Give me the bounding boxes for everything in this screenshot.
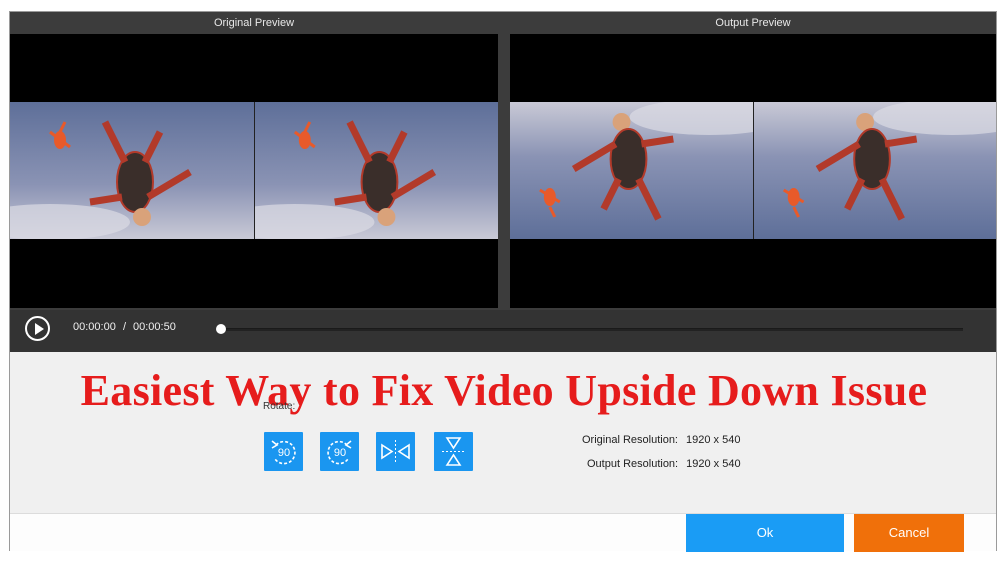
total-time: 00:00:50	[133, 321, 176, 333]
current-time: 00:00:00	[73, 321, 116, 333]
rotate-left-90-button[interactable]: 90	[264, 432, 303, 471]
rotate-right-text: 90	[334, 447, 346, 459]
preview-area: Original Preview Output Preview 00:00:00…	[10, 12, 996, 352]
flip-vertical-icon	[442, 437, 465, 466]
original-video-frame-left	[10, 102, 254, 239]
output-video-frame-right	[753, 102, 996, 239]
output-preview-pane	[510, 34, 996, 308]
output-resolution-label: Output Resolution:	[587, 458, 679, 470]
rotate-right-90-button[interactable]: 90	[320, 432, 359, 471]
player-controls: 00:00:00 / 00:00:50	[10, 310, 996, 352]
play-icon[interactable]	[25, 316, 50, 341]
rotate-right-90-icon: 90	[327, 440, 352, 465]
flip-horizontal-icon	[381, 440, 410, 463]
dialog-footer: Ok Cancel	[10, 513, 996, 552]
overlay-headline: Easiest Way to Fix Video Upside Down Iss…	[80, 366, 928, 415]
rotate-left-90-icon: 90	[271, 440, 296, 465]
original-resolution-label: Original Resolution:	[582, 434, 678, 446]
original-preview-title: Original Preview	[213, 17, 295, 29]
output-video-frame-left	[510, 102, 753, 239]
flip-vertical-button[interactable]	[434, 432, 473, 471]
flip-horizontal-button[interactable]	[376, 432, 415, 471]
crop-rotate-dialog: Original Preview Output Preview 00:00:00…	[9, 11, 997, 552]
original-resolution-row: Original Resolution: 1920 x 540	[582, 434, 740, 446]
output-resolution-value: 1920 x 540	[686, 458, 741, 470]
original-resolution-value: 1920 x 540	[686, 434, 741, 446]
cancel-button[interactable]: Cancel	[854, 514, 964, 552]
output-resolution-row: Output Resolution: 1920 x 540	[587, 458, 741, 470]
time-separator: /	[123, 321, 127, 333]
seek-handle[interactable]	[216, 324, 226, 334]
rotate-left-text: 90	[278, 447, 290, 459]
original-preview-pane	[10, 34, 498, 308]
rotate-label: Rotate:	[263, 401, 296, 412]
output-preview-title: Output Preview	[715, 17, 791, 29]
ok-button[interactable]: Ok	[686, 514, 844, 552]
original-video-frame-right	[254, 102, 498, 239]
seek-track[interactable]	[220, 328, 963, 331]
